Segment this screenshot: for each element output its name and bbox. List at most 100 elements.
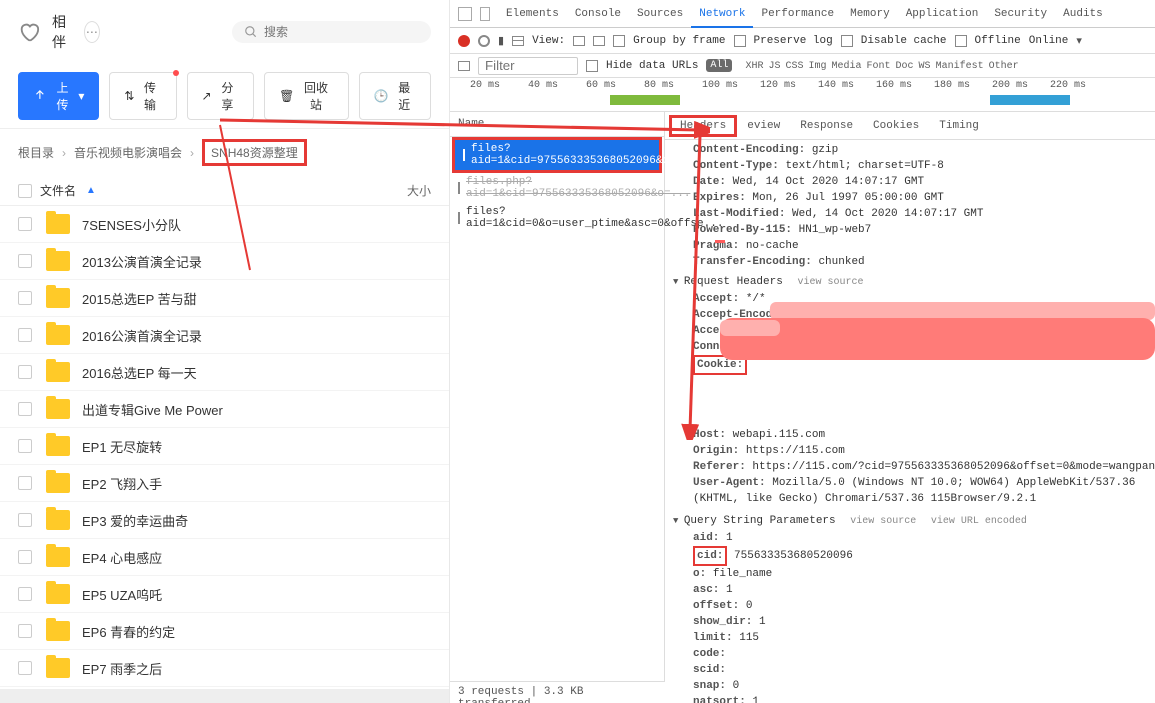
col-name-label[interactable]: 文件名: [40, 182, 76, 199]
row-checkbox[interactable]: [18, 254, 32, 268]
type-doc[interactable]: Doc: [896, 61, 914, 72]
type-media[interactable]: Media: [832, 61, 862, 72]
folder-icon: [46, 436, 70, 456]
tab-headers-highlight[interactable]: Headers: [669, 115, 737, 137]
funnel-icon[interactable]: [458, 61, 470, 71]
filter-icon[interactable]: [512, 36, 524, 46]
tab-cookies[interactable]: Cookies: [863, 114, 929, 138]
row-checkbox[interactable]: [18, 328, 32, 342]
devtools-tab-application[interactable]: Application: [898, 2, 987, 26]
timeline-tick: 220 ms: [1050, 80, 1086, 91]
request-row-selected[interactable]: files?aid=1&cid=975563335368052096&o=fil…: [455, 140, 659, 170]
more-icon[interactable]: ⋯: [84, 21, 100, 43]
search-field[interactable]: [264, 25, 419, 39]
row-checkbox[interactable]: [18, 217, 32, 231]
type-font[interactable]: Font: [867, 61, 891, 72]
devtools-tab-elements[interactable]: Elements: [498, 2, 567, 26]
upload-button[interactable]: 上传 ▾: [18, 72, 99, 120]
cloud-drive-pane: 相伴 ⋯ 上传 ▾ ⇅ 传输 ↗ 分享 🗑 回收站 🕒 最近 根目录 › 音乐视: [0, 0, 450, 703]
devtools-tab-memory[interactable]: Memory: [842, 2, 898, 26]
row-checkbox[interactable]: [18, 439, 32, 453]
type-all[interactable]: All: [706, 59, 732, 72]
type-img[interactable]: Img: [808, 61, 826, 72]
request-row[interactable]: files.php?aid=1&cid=975563335368052096&o…: [450, 173, 664, 203]
col-size-label[interactable]: 大小: [387, 182, 431, 199]
breadcrumb-mid[interactable]: 音乐视频电影演唱会: [74, 144, 182, 161]
heart-icon[interactable]: [18, 21, 40, 43]
select-all-checkbox[interactable]: [18, 184, 32, 198]
device-icon[interactable]: [480, 7, 490, 21]
devtools-tab-security[interactable]: Security: [986, 2, 1055, 26]
devtools-tab-performance[interactable]: Performance: [753, 2, 842, 26]
file-row[interactable]: 7SENSES小分队: [0, 206, 449, 243]
response-headers-section: Content-Encoding: gzip Content-Type: tex…: [665, 140, 1155, 703]
file-row[interactable]: 出道专辑Give Me Power: [0, 391, 449, 428]
file-row[interactable]: 2013公演首演全记录: [0, 243, 449, 280]
devtools-tab-network[interactable]: Network: [691, 2, 753, 28]
timeline-tick: 60 ms: [586, 80, 616, 91]
type-css[interactable]: CSS: [785, 61, 803, 72]
file-row[interactable]: 2016公演首演全记录: [0, 317, 449, 354]
view-large-icon[interactable]: [593, 36, 605, 46]
file-name: EP7 雨季之后: [82, 659, 162, 678]
file-name: 出道专辑Give Me Power: [82, 400, 223, 419]
row-checkbox[interactable]: [18, 550, 32, 564]
filter-input[interactable]: [478, 57, 578, 75]
recent-button[interactable]: 🕒 最近: [359, 72, 431, 120]
file-row[interactable]: EP2 飞翔入手: [0, 465, 449, 502]
row-checkbox[interactable]: [18, 365, 32, 379]
file-row[interactable]: EP3 爱的幸运曲奇: [0, 502, 449, 539]
file-row[interactable]: 2016总选EP 每一天: [0, 354, 449, 391]
breadcrumb-current-highlight[interactable]: SNH48资源整理: [202, 139, 307, 166]
network-controls: ▮ View: Group by frame Preserve log Disa…: [450, 28, 1155, 54]
search-input[interactable]: [232, 21, 431, 43]
disable-cache-checkbox[interactable]: [841, 35, 853, 47]
offline-checkbox[interactable]: [955, 35, 967, 47]
file-row[interactable]: 2015总选EP 苦与甜: [0, 280, 449, 317]
tab-timing[interactable]: Timing: [929, 114, 989, 138]
devtools-tab-audits[interactable]: Audits: [1055, 2, 1111, 26]
file-row[interactable]: EP7 雨季之后: [0, 650, 449, 687]
row-checkbox[interactable]: [18, 661, 32, 675]
row-checkbox[interactable]: [18, 291, 32, 305]
hide-data-urls-checkbox[interactable]: [586, 60, 598, 72]
file-row[interactable]: EP6 青春的约定: [0, 613, 449, 650]
tab-preview[interactable]: eview: [737, 114, 790, 138]
timeline-tick: 140 ms: [818, 80, 854, 91]
tab-response[interactable]: Response: [790, 114, 863, 138]
type-other[interactable]: Other: [989, 61, 1019, 72]
file-row[interactable]: EP1 无尽旋转: [0, 428, 449, 465]
timeline[interactable]: 20 ms40 ms60 ms80 ms100 ms120 ms140 ms16…: [450, 78, 1155, 112]
inspect-icon[interactable]: [458, 7, 472, 21]
share-button[interactable]: ↗ 分享: [187, 72, 255, 120]
row-checkbox[interactable]: [18, 587, 32, 601]
clear-icon[interactable]: [478, 35, 490, 47]
devtools-tab-sources[interactable]: Sources: [629, 2, 691, 26]
type-ws[interactable]: WS: [919, 61, 931, 72]
view-list-icon[interactable]: [573, 36, 585, 46]
breadcrumb-root[interactable]: 根目录: [18, 144, 54, 161]
transfer-button[interactable]: ⇅ 传输: [109, 72, 176, 120]
folder-icon: [46, 510, 70, 530]
file-row[interactable]: EP5 UZA呜吒: [0, 576, 449, 613]
type-manifest[interactable]: Manifest: [936, 61, 984, 72]
row-checkbox[interactable]: [18, 476, 32, 490]
row-checkbox[interactable]: [18, 624, 32, 638]
recycle-button[interactable]: 🗑 回收站: [264, 72, 349, 120]
row-checkbox[interactable]: [18, 402, 32, 416]
timeline-tick: 180 ms: [934, 80, 970, 91]
record-icon[interactable]: [458, 35, 470, 47]
scrollbar-track[interactable]: [0, 689, 449, 703]
group-by-frame-checkbox[interactable]: [613, 35, 625, 47]
type-js[interactable]: JS: [768, 61, 780, 72]
type-xhr[interactable]: XHR: [745, 61, 763, 72]
file-name: 7SENSES小分队: [82, 215, 181, 234]
file-row[interactable]: EP4 心电感应: [0, 539, 449, 576]
devtools-tab-console[interactable]: Console: [567, 2, 629, 26]
folder-icon: [46, 399, 70, 419]
document-icon: [458, 212, 460, 224]
row-checkbox[interactable]: [18, 513, 32, 527]
preserve-log-checkbox[interactable]: [734, 35, 746, 47]
request-row[interactable]: files?aid=1&cid=0&o=user_ptime&asc=0&off…: [450, 203, 664, 233]
name-header[interactable]: Name: [450, 112, 664, 137]
